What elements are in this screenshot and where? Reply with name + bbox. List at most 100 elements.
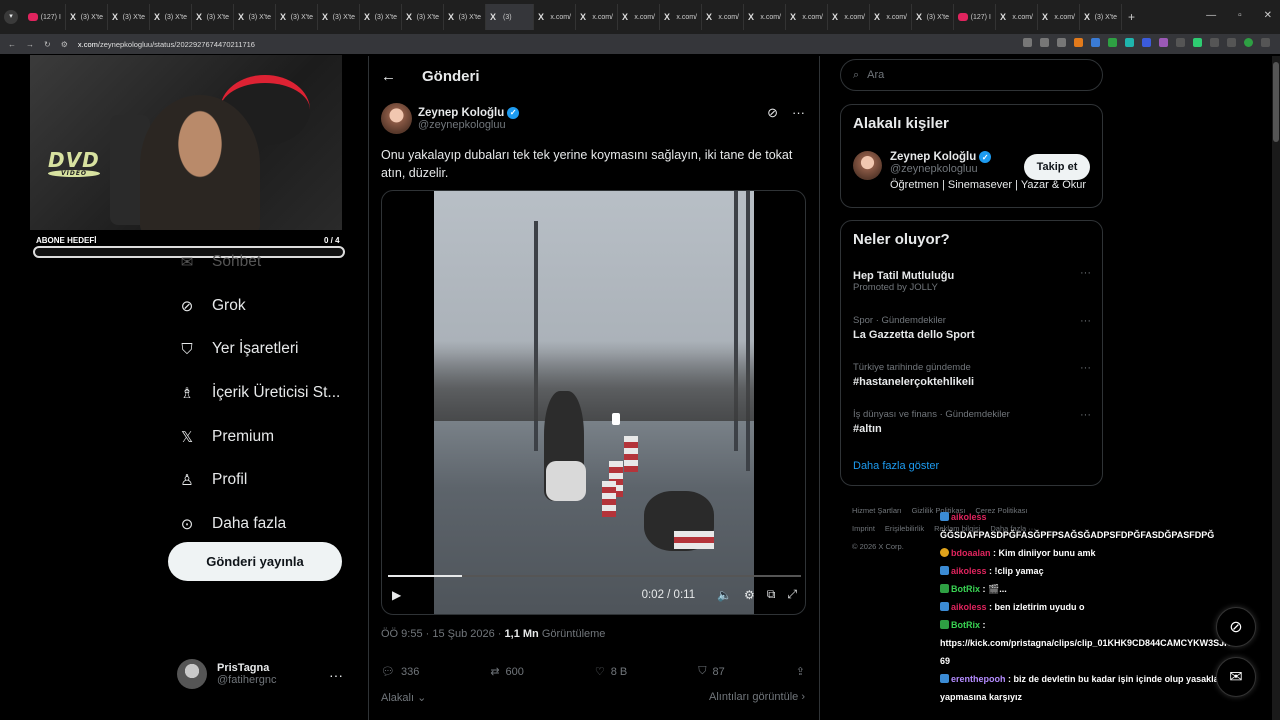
extension-icon[interactable] <box>1091 38 1100 47</box>
browser-tab[interactable]: Xx.com/ <box>534 4 576 30</box>
zoom-icon[interactable] <box>1023 38 1032 47</box>
chat-username[interactable]: bdoaalan <box>951 548 991 558</box>
trend-item[interactable]: Spor · Gündemdekiler La Gazzetta dello Sp… <box>853 315 1093 341</box>
back-nav-icon[interactable]: ← <box>8 40 16 49</box>
chat-username[interactable]: BotRix <box>951 584 980 594</box>
url-field[interactable]: x.com/zeynepkologluu/status/202292767447… <box>78 40 255 49</box>
browser-tab[interactable]: X (3) X'te <box>234 4 276 30</box>
bookmark-button[interactable]: ⛉ 87 <box>698 665 725 678</box>
chat-username[interactable]: aikoless <box>951 566 987 576</box>
video-frame[interactable] <box>434 191 754 614</box>
sidebar-item-profil[interactable]: ♙ Profil <box>168 458 368 502</box>
chat-username[interactable]: aikoless <box>951 512 987 522</box>
more-icon[interactable]: ··· <box>329 667 343 683</box>
extension-icon[interactable] <box>1108 38 1117 47</box>
more-options-icon[interactable]: ··· <box>792 105 805 121</box>
site-info-icon[interactable]: ⚙ <box>61 40 68 49</box>
browser-tab[interactable]: X (3) X'te <box>150 4 192 30</box>
browser-tab[interactable]: X (3) X'te <box>318 4 360 30</box>
show-more-link[interactable]: Daha fazla göster <box>853 460 939 472</box>
browser-tab[interactable]: X (3) X'te <box>108 4 150 30</box>
author-handle[interactable]: @zeynepkologluu <box>418 119 519 131</box>
account-switcher[interactable]: PrisTagna @fatihergnc ··· <box>177 659 357 689</box>
browser-tab[interactable]: Xx.com/ <box>576 4 618 30</box>
footer-link[interactable]: Imprint <box>852 524 875 533</box>
extension-icon[interactable] <box>1142 38 1151 47</box>
extension-icon[interactable] <box>1210 38 1219 47</box>
trend-item[interactable]: İş dünyası ve finans · Gündemdekiler #alt… <box>853 409 1093 435</box>
chat-username[interactable]: BotRix <box>951 620 980 630</box>
footer-link[interactable]: Erişilebilirlik <box>885 524 924 533</box>
avatar[interactable] <box>853 151 882 180</box>
trend-item[interactable]: Türkiye tarihinde gündemde #hastanelerçok… <box>853 362 1093 388</box>
extension-icon[interactable] <box>1074 38 1083 47</box>
profile-avatar[interactable] <box>1244 38 1253 47</box>
more-icon[interactable]: ··· <box>1080 362 1091 374</box>
more-icon[interactable]: ··· <box>1080 315 1091 327</box>
play-icon[interactable]: ▶ <box>392 588 401 602</box>
browser-tab[interactable]: Xx.com/ <box>660 4 702 30</box>
browser-tab[interactable]: X (3) <box>486 4 534 30</box>
search-input[interactable]: ⌕ Ara <box>840 59 1103 91</box>
scrollbar[interactable] <box>1272 56 1280 720</box>
messages-fab-icon[interactable]: ✉ <box>1216 657 1256 697</box>
browser-tab[interactable]: Xx.com/ <box>786 4 828 30</box>
browser-tab[interactable]: X (3) X'te <box>276 4 318 30</box>
sidebar-item-sohbet[interactable]: ✉ Sohbet <box>168 240 368 284</box>
timestamp[interactable]: ÖÖ 9:55 · 15 Şub 2026 · <box>381 628 505 640</box>
fullscreen-icon[interactable]: ⤢ <box>787 587 797 602</box>
extension-icon[interactable] <box>1176 38 1185 47</box>
browser-tab[interactable]: X (3) X'te <box>1080 4 1122 30</box>
browser-tab[interactable]: X (3) X'te <box>360 4 402 30</box>
extension-icon[interactable] <box>1125 38 1134 47</box>
footer-link[interactable]: Hizmet Şartları <box>852 506 902 515</box>
new-tab-button[interactable]: + <box>1128 10 1135 24</box>
reply-button[interactable]: 💬︎ 336 <box>381 665 419 679</box>
browser-tab[interactable]: (127) Ⅰ <box>954 4 996 30</box>
view-quotes-link[interactable]: Alıntıları görüntüle › <box>709 691 805 704</box>
share-button[interactable]: ⇪ <box>796 665 805 678</box>
tweet-author[interactable]: Zeynep Koloğlu ✓ @zeynepkologluu <box>381 103 520 134</box>
follow-button[interactable]: Takip et <box>1024 154 1090 180</box>
chat-username[interactable]: aikoless <box>951 602 987 612</box>
browser-tab[interactable]: X (3) X'te <box>444 4 486 30</box>
author-name[interactable]: Zeynep Koloğlu <box>418 107 504 119</box>
extension-icon[interactable] <box>1193 38 1202 47</box>
chat-username[interactable]: erenthepooh <box>951 674 1006 684</box>
sidebar-item-i-çerik-üreticisi-st-[interactable]: ♗ İçerik Üreticisi St... <box>168 371 368 415</box>
browser-tab[interactable]: X (3) X'te <box>912 4 954 30</box>
pip-icon[interactable]: ⧉ <box>767 587 776 602</box>
footer-link[interactable]: © 2026 X Corp. <box>852 542 904 551</box>
volume-icon[interactable]: 🔈 <box>717 588 732 602</box>
settings-icon[interactable]: ⚙ <box>744 588 755 602</box>
sidebar-item-daha-fazla[interactable]: ⊙ Daha fazla <box>168 502 368 546</box>
person-name[interactable]: Zeynep Koloğlu <box>890 151 976 163</box>
reload-icon[interactable]: ↻ <box>44 40 51 49</box>
browser-tab[interactable]: Xx.com/ <box>828 4 870 30</box>
star-icon[interactable] <box>1057 38 1066 47</box>
browser-tab[interactable]: Xx.com/ <box>1038 4 1080 30</box>
browser-tab[interactable]: Xx.com/ <box>618 4 660 30</box>
minimize-icon[interactable]: — <box>1206 10 1216 21</box>
sidebar-item-yer-i-şaretleri[interactable]: ⛉ Yer İşaretleri <box>168 327 368 371</box>
trend-item[interactable]: Hep Tatil Mutluluğu Promoted by JOLLY ··· <box>853 267 1093 293</box>
browser-tab[interactable]: Xx.com/ <box>744 4 786 30</box>
grok-fab-icon[interactable]: ⊘ <box>1216 607 1256 647</box>
grok-explain-icon[interactable]: ⊘ <box>767 105 778 121</box>
browser-tab[interactable]: (127) Ⅰ <box>24 4 66 30</box>
browser-tab[interactable]: X (3) X'te <box>66 4 108 30</box>
like-button[interactable]: ♡ 8 B <box>595 665 627 679</box>
video-progress-bar[interactable] <box>388 575 801 577</box>
tab-search-icon[interactable]: ▾ <box>4 10 18 24</box>
back-arrow-icon[interactable]: ← <box>381 68 396 85</box>
browser-tab[interactable]: Xx.com/ <box>870 4 912 30</box>
more-icon[interactable]: ··· <box>1080 409 1091 421</box>
cast-icon[interactable] <box>1040 38 1049 47</box>
video-player[interactable]: ▶ 0:02 / 0:11 🔈 ⚙ ⧉ ⤢ <box>381 190 806 615</box>
browser-tab[interactable]: X (3) X'te <box>192 4 234 30</box>
extension-icon[interactable] <box>1159 38 1168 47</box>
maximize-icon[interactable]: ▫ <box>1238 10 1242 21</box>
forward-nav-icon[interactable]: → <box>26 40 34 49</box>
browser-tab[interactable]: Xx.com/ <box>996 4 1038 30</box>
related-dropdown[interactable]: Alakalı ⌄ <box>381 691 426 704</box>
